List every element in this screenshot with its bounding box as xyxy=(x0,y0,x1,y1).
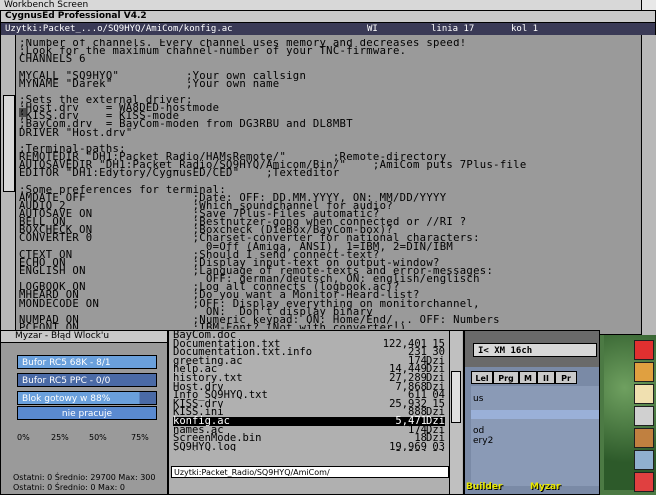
status-button[interactable]: nie pracuje xyxy=(17,406,157,420)
editor-left-scrollbar[interactable] xyxy=(1,35,16,335)
block-ready-label: Blok gotowy w 88% xyxy=(22,394,111,404)
editor-line[interactable]: MYNAME "Darek" ;Your own name xyxy=(19,78,637,89)
tick-label: 25% xyxy=(51,433,69,442)
playlist-selection xyxy=(471,410,599,419)
playlist-item[interactable]: ery2 xyxy=(473,436,493,446)
stats-line: Ostatni: 0 Średnio: 0 Max: 0 xyxy=(13,483,125,492)
dock-app-icon[interactable] xyxy=(634,450,654,470)
desktop-icon-label-builder[interactable]: Builder xyxy=(466,482,502,492)
tick-label: 75% xyxy=(131,433,149,442)
file-list[interactable]: BayCom.doc Documentation.txt 122,401 15 Docu… xyxy=(173,331,445,451)
buffer-68k-bar: Bufor RC5 68K - 8/1 xyxy=(17,355,157,369)
editor-line[interactable]: ;Look for the maximum channel-number of … xyxy=(19,46,637,57)
editor-line[interactable]: PCFONT ON ;IBM-Font? (Not with converter… xyxy=(19,323,637,329)
dock-app-icon[interactable] xyxy=(634,472,654,492)
editor-text-area[interactable]: ;Number of channels. Every channel uses … xyxy=(19,39,637,329)
playlist[interactable]: us od ery2 xyxy=(471,386,599,486)
playlist-item[interactable]: od xyxy=(473,426,484,436)
tick-label: 0% xyxy=(17,433,30,442)
file-list-scrollbar[interactable] xyxy=(449,331,462,494)
stats-line: Ostatni: 0 Średnio: 29700 Max: 300 xyxy=(13,473,156,482)
edit-mode: WI xyxy=(367,24,378,34)
rc5-window-title-bar[interactable]: Myzar - Błąd Wlock'u xyxy=(1,331,167,343)
scroll-knob[interactable] xyxy=(451,371,461,423)
scroll-knob[interactable] xyxy=(3,95,15,192)
file-list-window: BayCom.doc Documentation.txt 122,401 15 Docu… xyxy=(168,330,464,495)
dock-app-icon[interactable] xyxy=(634,406,654,426)
buffer-ppc-label: Bufor RC5 PPC - 0/0 xyxy=(22,376,111,386)
text-cursor xyxy=(19,108,26,117)
editor-window: CygnusEd Professional V4.2 Uzytki:Packet… xyxy=(0,10,656,335)
rc5-client-window: Myzar - Błąd Wlock'u Bufor RC5 68K - 8/1… xyxy=(0,330,168,495)
line-indicator: linia 17 xyxy=(431,24,475,34)
rc5-stats: Ostatni: 0 Średnio: 29700 Max: 300 Ostat… xyxy=(13,473,173,493)
player-button-prg[interactable]: Prg xyxy=(493,371,519,384)
editor-status-bar: Uzytki:Packet_...o/SQ9HYQ/AmiCom/konfig.… xyxy=(1,23,655,35)
file-path: Uzytki:Packet_...o/SQ9HYQ/AmiCom/konfig.… xyxy=(5,24,233,34)
progress-scale: 0% 25% 50% 75% xyxy=(17,433,167,443)
editor-line[interactable]: EDITOR "DH1:Edytory/CygnusED/CED" ;Texte… xyxy=(19,168,637,179)
screen-depth-gadget[interactable] xyxy=(641,0,656,10)
player-window: I< XM 16ch Lel Prg M II Pr us od ery2 xyxy=(464,330,600,495)
player-time-display: I< XM 16ch xyxy=(473,343,597,357)
editor-right-scrollbar[interactable] xyxy=(641,35,656,335)
path-field[interactable]: Uzytki:Packet_Radio/SQ9HYQ/AmiCom/ xyxy=(171,466,449,478)
workbench-title: Workbench Screen xyxy=(4,0,89,10)
block-ready-bar: Blok gotowy w 88% xyxy=(17,391,157,405)
rc5-window-title: Myzar - Błąd Wlock'u xyxy=(15,331,110,341)
dock-app-icon[interactable] xyxy=(634,362,654,382)
dock-app-icon[interactable] xyxy=(634,384,654,404)
editor-title-bar[interactable]: CygnusEd Professional V4.2 xyxy=(1,11,655,23)
playlist-item[interactable]: us xyxy=(473,394,483,404)
desktop-icon-label-myzar[interactable]: Myzar xyxy=(530,482,561,492)
player-button-pause[interactable]: II xyxy=(537,371,555,384)
player-button-pr[interactable]: Pr xyxy=(555,371,577,384)
player-button-m[interactable]: M xyxy=(519,371,537,384)
tick-label: 50% xyxy=(89,433,107,442)
buffer-68k-label: Bufor RC5 68K - 8/1 xyxy=(22,358,111,368)
dock-app-icon[interactable] xyxy=(634,428,654,448)
column-indicator: kol 1 xyxy=(511,24,539,34)
dock-app-icon[interactable] xyxy=(634,340,654,360)
buffer-ppc-bar: Bufor RC5 PPC - 0/0 xyxy=(17,373,157,387)
editor-title: CygnusEd Professional V4.2 xyxy=(5,11,147,21)
player-button-lel[interactable]: Lel xyxy=(471,371,493,384)
